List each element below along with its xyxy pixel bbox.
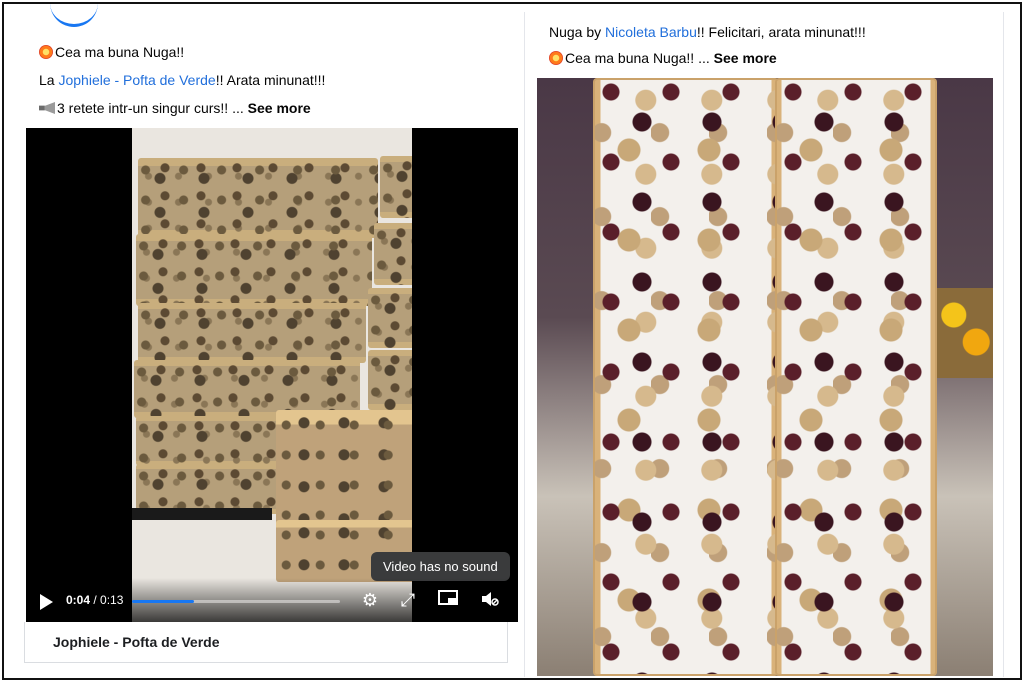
- muted-speaker-icon[interactable]: [480, 590, 500, 610]
- post-text-line-3: 3 retete intr-un singur curs!! ... See m…: [39, 100, 311, 116]
- see-more-link[interactable]: See more: [714, 50, 777, 66]
- nougat-bar: [138, 303, 366, 363]
- post-text-line-1-label: Cea ma buna Nuga!!: [55, 44, 185, 60]
- left-post: Cea ma buna Nuga!! La Jophiele - Pofta d…: [24, 4, 519, 669]
- post-text-suffix: !! Felicitari, arata minunat!!!: [696, 24, 866, 40]
- post-text-line-3-label: 3 retete intr-un singur curs!! ...: [57, 100, 248, 116]
- page-name[interactable]: Jophiele - Pofta de Verde: [53, 634, 220, 650]
- post-photo-nougat[interactable]: [537, 78, 993, 676]
- nougat-slab: [593, 78, 779, 676]
- fullscreen-icon[interactable]: ⤢: [398, 590, 418, 610]
- picture-in-picture-icon[interactable]: [438, 590, 458, 610]
- nougat-bar-front: [276, 410, 412, 530]
- nougat-bar: [138, 158, 378, 238]
- burst-emoji-icon: [39, 45, 53, 59]
- post-text-prefix: Nuga by: [549, 24, 606, 40]
- right-post: Nuga by Nicoleta Barbu!! Felicitari, ara…: [524, 12, 1004, 677]
- progress-fill: [132, 600, 195, 603]
- megaphone-emoji-icon: [39, 102, 55, 114]
- post-text-line-1: Cea ma buna Nuga!!: [39, 44, 184, 60]
- burst-emoji-icon: [549, 51, 563, 65]
- screenshot-frame: Cea ma buna Nuga!! La Jophiele - Pofta d…: [2, 2, 1022, 680]
- post-text-suffix: !! Arata minunat!!!: [215, 72, 326, 88]
- post-text-prefix: La: [39, 72, 59, 88]
- nougat-slab: [775, 78, 937, 676]
- post-text-line-2-label: Cea ma buna Nuga!! ...: [565, 50, 714, 66]
- nougat-bar: [136, 234, 372, 306]
- current-time: 0:04: [66, 593, 91, 607]
- page-name-row[interactable]: Jophiele - Pofta de Verde: [24, 622, 508, 663]
- post-text-line-2: Cea ma buna Nuga!! ... See more: [549, 50, 777, 66]
- no-sound-tooltip: Video has no sound: [371, 552, 510, 581]
- nougat-bar: [368, 288, 412, 348]
- background-fruit: [937, 288, 993, 378]
- video-controls: 0:04 / 0:13 ⚙ ⤢: [26, 578, 518, 622]
- video-player[interactable]: Video has no sound 0:04 / 0:13 ⚙ ⤢: [26, 128, 518, 622]
- post-text-line-1: Nuga by Nicoleta Barbu!! Felicitari, ara…: [549, 24, 866, 40]
- nougat-bar: [380, 156, 412, 218]
- author-link[interactable]: Nicoleta Barbu: [605, 24, 697, 40]
- video-frame-nougat: [132, 128, 412, 622]
- page-link[interactable]: Jophiele - Pofta de Verde: [58, 72, 215, 88]
- progress-bar[interactable]: [132, 600, 340, 603]
- settings-gear-icon[interactable]: ⚙: [360, 590, 380, 610]
- nougat-bar: [374, 223, 412, 285]
- tray: [132, 508, 272, 520]
- play-icon[interactable]: [40, 594, 53, 610]
- see-more-link[interactable]: See more: [248, 100, 311, 116]
- video-time: 0:04 / 0:13: [66, 593, 123, 607]
- duration: / 0:13: [90, 593, 124, 607]
- nougat-bar: [368, 350, 412, 410]
- post-text-line-2: La Jophiele - Pofta de Verde!! Arata min…: [39, 72, 325, 88]
- profile-avatar-edge: [50, 4, 98, 27]
